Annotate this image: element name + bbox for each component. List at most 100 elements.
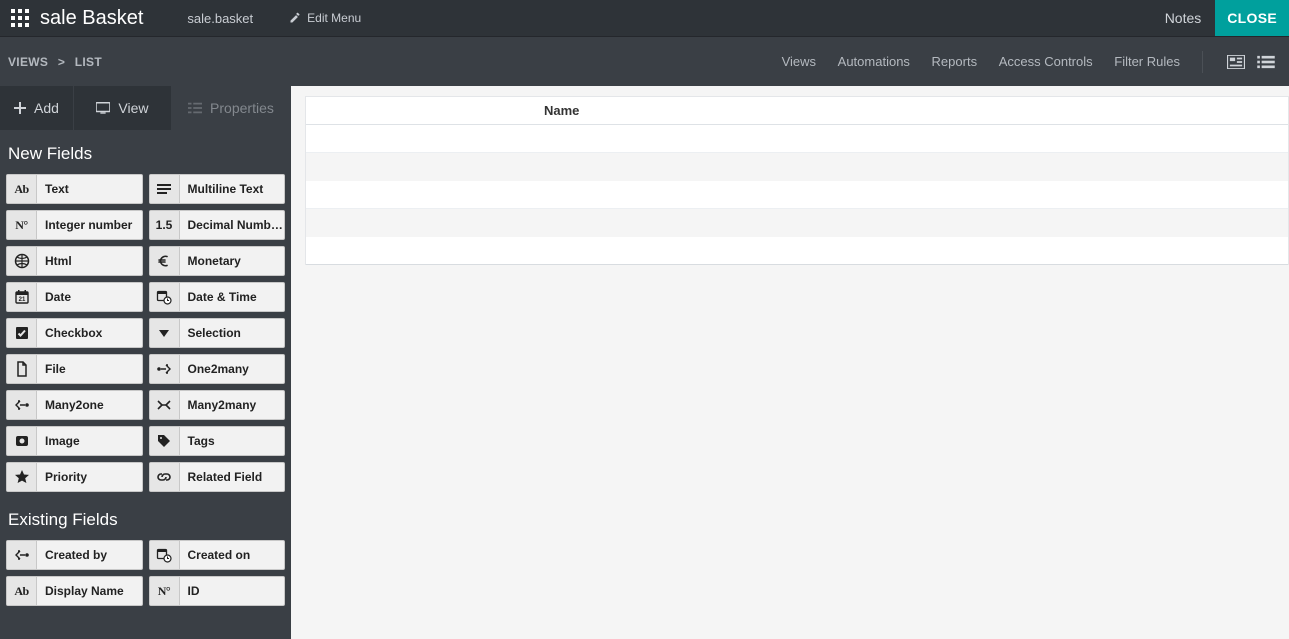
integer-icon: N°: [150, 577, 180, 605]
field-type-file-label: File: [37, 355, 142, 383]
field-type-many2many-label: Many2many: [180, 391, 285, 419]
form-view-icon[interactable]: [1225, 51, 1247, 73]
globe-icon: [7, 247, 37, 275]
field-type-many2one-label: Many2one: [37, 391, 142, 419]
breadcrumb-current: LIST: [75, 55, 102, 69]
tab-view-label: View: [118, 100, 148, 116]
field-type-priority[interactable]: Priority: [6, 462, 143, 492]
integer-icon: N°: [7, 211, 37, 239]
field-type-html-label: Html: [37, 247, 142, 275]
header-link-views[interactable]: Views: [782, 54, 816, 69]
text-icon: Ab: [7, 577, 37, 605]
link-icon: [150, 463, 180, 491]
field-type-text[interactable]: Ab Text: [6, 174, 143, 204]
field-type-related-label: Related Field: [180, 463, 285, 491]
field-type-date-label: Date: [37, 283, 142, 311]
field-type-one2many[interactable]: One2many: [149, 354, 286, 384]
many2one-icon: [7, 541, 37, 569]
header-link-access-controls[interactable]: Access Controls: [999, 54, 1093, 69]
file-icon: [7, 355, 37, 383]
existing-field-created-by-label: Created by: [37, 541, 142, 569]
section-new-fields-title: New Fields: [8, 144, 285, 164]
field-type-tags[interactable]: Tags: [149, 426, 286, 456]
existing-field-created-on-label: Created on: [180, 541, 285, 569]
field-type-file[interactable]: File: [6, 354, 143, 384]
image-icon: [7, 427, 37, 455]
existing-field-created-by[interactable]: Created by: [6, 540, 143, 570]
field-type-text-label: Text: [37, 175, 142, 203]
existing-field-display-name-label: Display Name: [37, 577, 142, 605]
field-type-monetary[interactable]: Monetary: [149, 246, 286, 276]
field-type-integer[interactable]: N° Integer number: [6, 210, 143, 240]
existing-field-display-name[interactable]: Ab Display Name: [6, 576, 143, 606]
one2many-icon: [150, 355, 180, 383]
tab-view[interactable]: View: [73, 86, 171, 130]
field-type-image[interactable]: Image: [6, 426, 143, 456]
notes-link[interactable]: Notes: [1165, 10, 1202, 26]
plus-icon: [14, 102, 26, 114]
header-link-reports[interactable]: Reports: [932, 54, 978, 69]
breadcrumb-separator: >: [58, 55, 65, 69]
decimal-icon: 1.5: [150, 211, 180, 239]
list-view-area: Name: [291, 86, 1289, 639]
field-type-image-label: Image: [37, 427, 142, 455]
section-existing-fields-title: Existing Fields: [8, 510, 285, 530]
properties-icon: [188, 101, 202, 115]
breadcrumb: VIEWS > LIST: [8, 55, 102, 69]
star-icon: [7, 463, 37, 491]
tab-add-label: Add: [34, 100, 59, 116]
list-gap: [306, 209, 1288, 237]
tab-properties-label: Properties: [210, 100, 274, 116]
tag-icon: [150, 427, 180, 455]
header-link-automations[interactable]: Automations: [838, 54, 910, 69]
field-type-related[interactable]: Related Field: [149, 462, 286, 492]
tab-properties[interactable]: Properties: [171, 86, 291, 130]
field-type-decimal[interactable]: 1.5 Decimal Numb…: [149, 210, 286, 240]
selection-icon: [150, 319, 180, 347]
field-type-selection-label: Selection: [180, 319, 285, 347]
field-type-integer-label: Integer number: [37, 211, 142, 239]
checkbox-icon: [7, 319, 37, 347]
edit-menu-label: Edit Menu: [307, 11, 361, 25]
many2one-icon: [7, 391, 37, 419]
existing-field-id[interactable]: N° ID: [149, 576, 286, 606]
svg-text:21: 21: [18, 297, 25, 303]
table-row[interactable]: [306, 181, 1288, 209]
many2many-icon: [150, 391, 180, 419]
field-type-many2many[interactable]: Many2many: [149, 390, 286, 420]
field-type-multiline[interactable]: Multiline Text: [149, 174, 286, 204]
field-type-tags-label: Tags: [180, 427, 285, 455]
text-icon: Ab: [7, 175, 37, 203]
apps-icon[interactable]: [6, 4, 34, 32]
edit-menu-link[interactable]: Edit Menu: [289, 11, 361, 25]
technical-name: sale.basket: [187, 11, 253, 26]
table-row[interactable]: [306, 125, 1288, 153]
field-type-datetime[interactable]: Date & Time: [149, 282, 286, 312]
list-view-icon[interactable]: [1255, 51, 1277, 73]
side-panel-scroll[interactable]: New Fields Ab Text Multiline Text N° Int…: [0, 130, 291, 639]
field-type-date[interactable]: 21 Date: [6, 282, 143, 312]
field-type-checkbox[interactable]: Checkbox: [6, 318, 143, 348]
field-type-many2one[interactable]: Many2one: [6, 390, 143, 420]
header-link-filter-rules[interactable]: Filter Rules: [1114, 54, 1180, 69]
field-type-checkbox-label: Checkbox: [37, 319, 142, 347]
field-type-selection[interactable]: Selection: [149, 318, 286, 348]
field-type-monetary-label: Monetary: [180, 247, 285, 275]
datetime-icon: [150, 283, 180, 311]
table-row[interactable]: [306, 237, 1288, 265]
field-type-one2many-label: One2many: [180, 355, 285, 383]
field-type-html[interactable]: Html: [6, 246, 143, 276]
breadcrumb-root[interactable]: VIEWS: [8, 55, 48, 69]
pencil-icon: [289, 12, 301, 24]
existing-field-id-label: ID: [180, 577, 285, 605]
field-type-multiline-label: Multiline Text: [180, 175, 285, 203]
existing-field-created-on[interactable]: Created on: [149, 540, 286, 570]
calendar-icon: 21: [7, 283, 37, 311]
multiline-icon: [150, 175, 180, 203]
list-header: Name: [306, 97, 1288, 125]
close-button[interactable]: CLOSE: [1215, 0, 1289, 36]
tab-add[interactable]: Add: [0, 86, 73, 130]
field-type-datetime-label: Date & Time: [180, 283, 285, 311]
list-gap: [306, 153, 1288, 181]
column-header-name[interactable]: Name: [536, 103, 1288, 118]
